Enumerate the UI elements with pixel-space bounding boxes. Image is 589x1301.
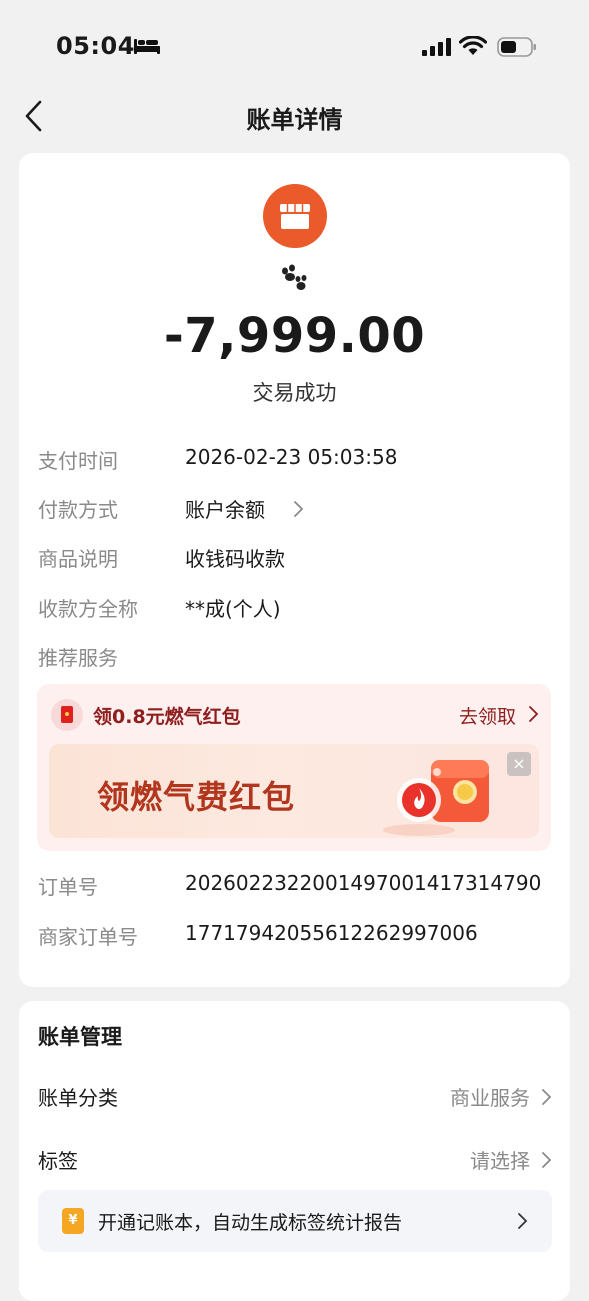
gift-box-icon <box>383 760 489 836</box>
bed-icon <box>134 39 160 54</box>
detail-label: 收款方全称 <box>38 597 138 621</box>
detail-row-merchant-order-no: 商家订单号 17717942055612262997006 <box>38 921 558 951</box>
chevron-right-icon <box>542 1152 552 1168</box>
promo-title: 领0.8元燃气红包 <box>93 706 241 728</box>
promo-banner[interactable]: 领燃气费红包 × <box>49 744 539 838</box>
detail-value: 收钱码收款 <box>185 547 285 571</box>
battery-icon <box>497 37 536 57</box>
shop-icon <box>263 184 327 248</box>
transaction-amount: -7,999.00 <box>163 308 426 364</box>
status-bar: 05:04 <box>0 0 589 96</box>
chevron-right-icon <box>518 1213 528 1229</box>
detail-label: 订单号 <box>38 875 98 899</box>
detail-row-product: 商品说明 收钱码收款 <box>38 543 558 573</box>
chevron-right-icon <box>529 706 539 722</box>
close-icon[interactable]: × <box>507 752 531 776</box>
promo-card[interactable]: 领0.8元燃气红包 去领取 领燃气费红包 × <box>37 684 551 851</box>
red-packet-icon <box>51 699 83 731</box>
detail-row-recommend: 推荐服务 <box>38 642 558 672</box>
page-title: 账单详情 <box>246 106 343 134</box>
nav-bar: 账单详情 <box>0 88 589 142</box>
status-time: 05:04 <box>56 32 135 60</box>
chevron-right-icon <box>542 1089 552 1105</box>
promo-banner-text: 领燃气费红包 <box>97 778 296 816</box>
detail-row-pay-method[interactable]: 付款方式 账户余额 <box>38 494 558 524</box>
wifi-icon <box>459 36 487 55</box>
section-title: 账单管理 <box>38 1025 122 1049</box>
transaction-card: -7,999.00 交易成功 支付时间 2026-02-23 05:03:58 … <box>19 153 570 987</box>
category-row[interactable]: 账单分类 商业服务 <box>38 1082 552 1112</box>
row-value[interactable]: 请选择 <box>470 1145 530 1174</box>
tag-row[interactable]: 标签 请选择 <box>38 1145 552 1175</box>
detail-label: 商家订单号 <box>38 925 138 949</box>
row-label: 账单分类 <box>38 1086 118 1110</box>
ledger-icon: ¥ <box>62 1208 84 1234</box>
ledger-promo-text: 开通记账本，自动生成标签统计报告 <box>98 1212 403 1234</box>
detail-label: 推荐服务 <box>38 646 118 670</box>
paw-icon <box>282 264 307 290</box>
detail-row-payee: 收款方全称 **成(个人) <box>38 593 558 623</box>
detail-value: 2026022322001497001417314790 <box>185 871 542 895</box>
ledger-promo[interactable]: ¥ 开通记账本，自动生成标签统计报告 <box>38 1190 552 1252</box>
detail-label: 付款方式 <box>38 498 118 522</box>
row-value[interactable]: 商业服务 <box>450 1082 530 1111</box>
detail-value: 17717942055612262997006 <box>185 921 478 945</box>
detail-row-pay-time: 支付时间 2026-02-23 05:03:58 <box>38 445 558 475</box>
detail-label: 商品说明 <box>38 547 118 571</box>
chevron-right-icon <box>294 501 304 517</box>
detail-label: 支付时间 <box>38 449 118 473</box>
promo-claim-link[interactable]: 去领取 <box>459 702 516 729</box>
detail-value[interactable]: 账户余额 <box>185 494 265 523</box>
detail-value: **成(个人) <box>185 597 281 621</box>
detail-row-order-no: 订单号 2026022322001497001417314790 <box>38 871 558 901</box>
signal-icon <box>422 38 451 56</box>
detail-value: 2026-02-23 05:03:58 <box>185 445 398 469</box>
row-label: 标签 <box>38 1149 78 1173</box>
transaction-status: 交易成功 <box>252 381 337 405</box>
bill-manage-card: 账单管理 账单分类 商业服务 标签 请选择 ¥ 开通记账本，自动生成标签统计报告 <box>19 1001 570 1301</box>
